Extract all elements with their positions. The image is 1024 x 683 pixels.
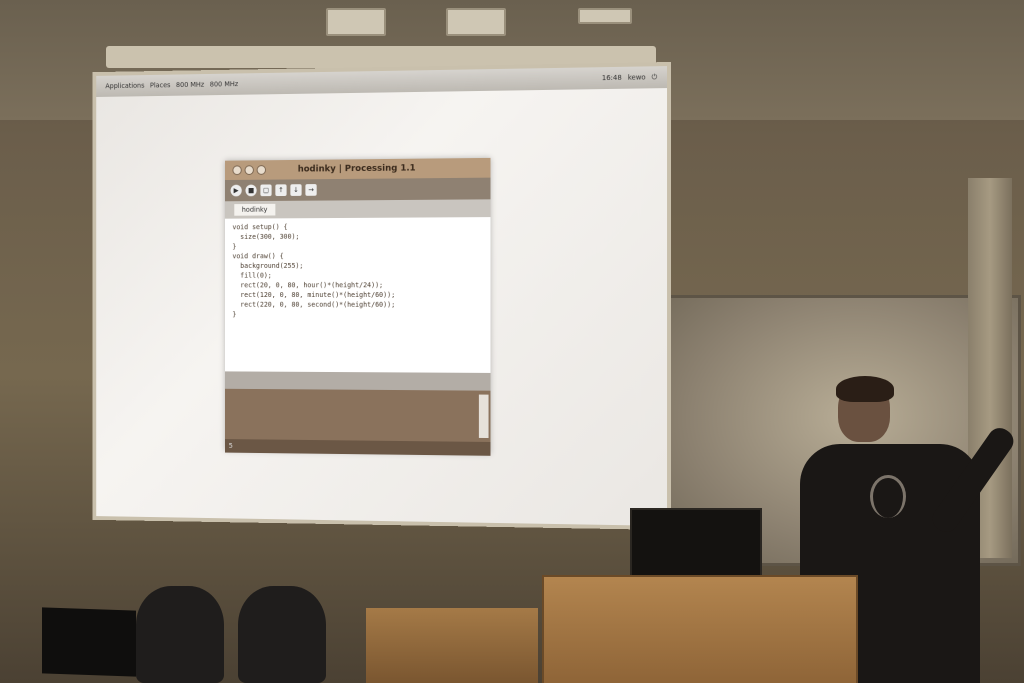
- new-file-icon[interactable]: ▢: [260, 184, 271, 196]
- cpu-monitor-1: 800 MHz: [176, 81, 204, 89]
- chair: [136, 586, 224, 683]
- code-line: rect(20, 0, 80, hour()*(height/24));: [232, 280, 482, 290]
- ceiling-light: [578, 8, 632, 24]
- maximize-window-button[interactable]: [257, 165, 266, 175]
- processing-ide-window: hodinky | Processing 1.1 ▶ ■ ▢ ↑ ↓ → hod…: [225, 158, 490, 454]
- close-window-button[interactable]: [232, 165, 241, 175]
- code-line: rect(120, 0, 80, minute()*(height/60));: [232, 290, 482, 300]
- ide-toolbar: ▶ ■ ▢ ↑ ↓ →: [225, 178, 490, 202]
- code-editor[interactable]: void setup() { size(300, 300); } void dr…: [225, 217, 490, 373]
- shirt-print: [870, 475, 906, 518]
- code-line: }: [232, 310, 482, 320]
- stop-icon[interactable]: ■: [245, 185, 256, 197]
- message-area: [225, 371, 490, 390]
- cpu-monitor-2: 800 MHz: [210, 80, 238, 88]
- window-title: hodinky | Processing 1.1: [298, 164, 416, 175]
- clock: 16:48: [602, 74, 622, 82]
- places-menu[interactable]: Places: [150, 81, 170, 89]
- code-line: fill(0);: [232, 270, 482, 280]
- open-file-icon[interactable]: ↑: [275, 184, 286, 196]
- desktop-top-panel: Applications Places 800 MHz 800 MHz 16:4…: [96, 66, 667, 97]
- side-table: [366, 608, 538, 683]
- sketch-tab[interactable]: hodinky: [234, 204, 275, 216]
- code-line: rect(220, 0, 80, second()*(height/60));: [232, 300, 482, 310]
- console-area: [225, 389, 490, 442]
- console-scrollbar[interactable]: [479, 395, 489, 438]
- export-icon[interactable]: →: [305, 184, 316, 196]
- sketch-tab-bar: hodinky: [225, 199, 490, 218]
- applications-menu[interactable]: Applications: [105, 82, 144, 90]
- audience-laptop: [42, 607, 136, 676]
- chair: [238, 586, 326, 683]
- window-titlebar: hodinky | Processing 1.1: [225, 158, 490, 180]
- power-icon[interactable]: ⏻: [652, 73, 658, 82]
- code-line: background(255);: [232, 261, 482, 271]
- ceiling-light: [446, 8, 506, 36]
- lecture-room-photo: Applications Places 800 MHz 800 MHz 16:4…: [0, 0, 1024, 683]
- code-line: void draw() {: [232, 251, 482, 262]
- lectern: [542, 575, 858, 683]
- minimize-window-button[interactable]: [245, 165, 254, 175]
- projection-screen: Applications Places 800 MHz 800 MHz 16:4…: [93, 62, 671, 530]
- ceiling-light: [326, 8, 386, 36]
- run-icon[interactable]: ▶: [231, 185, 242, 197]
- presenter-hair: [836, 376, 894, 402]
- save-file-icon[interactable]: ↓: [290, 184, 301, 196]
- user-name[interactable]: kewo: [628, 73, 646, 81]
- lectern-laptop: [630, 508, 762, 580]
